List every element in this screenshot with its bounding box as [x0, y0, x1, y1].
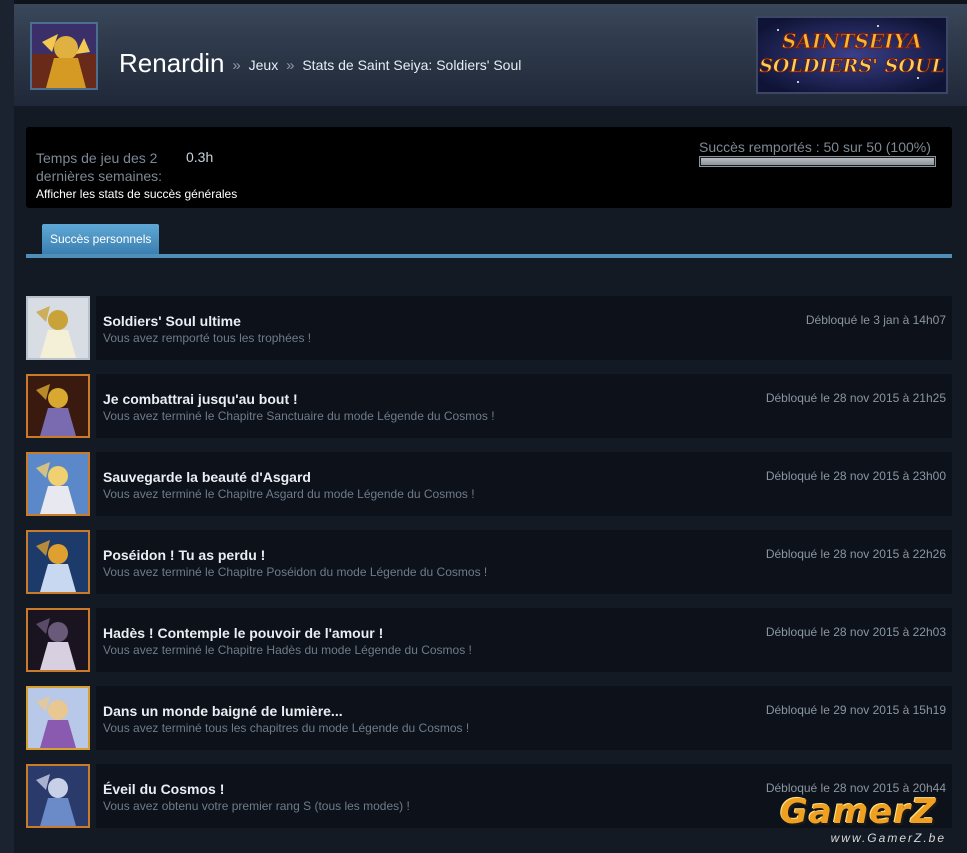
achievement-body: Sauvegarde la beauté d'Asgard Vous avez t… — [96, 452, 952, 516]
achievement-row: Je combattrai jusqu'au bout ! Vous avez t… — [26, 374, 952, 438]
achievement-title: Je combattrai jusqu'au bout ! — [103, 391, 298, 407]
page-header: Renardin » Jeux » Stats de Saint Seiya: … — [14, 0, 967, 106]
achievement-icon — [26, 608, 90, 672]
breadcrumb-user-link[interactable]: Renardin — [119, 48, 225, 78]
achievement-row: Sauvegarde la beauté d'Asgard Vous avez t… — [26, 452, 952, 516]
achievement-icon — [26, 686, 90, 750]
achievement-title: Soldiers' Soul ultime — [103, 313, 241, 329]
watermark-url: www.GamerZ.be — [830, 831, 946, 845]
achievement-body: Poséidon ! Tu as perdu ! Vous avez termin… — [96, 530, 952, 594]
watermark: GamerZ www.GamerZ.be — [780, 793, 950, 849]
achievement-progress-text: Succès remportés : 50 sur 50 (100%) — [699, 139, 931, 155]
svg-text:SAINTSEIYA: SAINTSEIYA — [782, 29, 922, 53]
tab-personal-achievements[interactable]: Succès personnels — [42, 224, 160, 254]
playtime-label: Temps de jeu des 2 dernières semaines: — [36, 150, 163, 184]
achievement-title: Éveil du Cosmos ! — [103, 781, 225, 797]
achievement-icon — [26, 452, 90, 516]
achievement-body: Hadès ! Contemple le pouvoir de l'amour … — [96, 608, 952, 672]
achievement-unlock-date: Débloqué le 3 jan à 14h07 — [805, 313, 946, 327]
watermark-brand: GamerZ — [780, 792, 937, 832]
achievement-body: Soldiers' Soul ultime Vous avez remporté … — [96, 296, 952, 360]
achievement-description: Vous avez obtenu votre premier rang S (t… — [103, 799, 410, 813]
achievement-icon — [26, 764, 90, 828]
achievement-row: Hadès ! Contemple le pouvoir de l'amour … — [26, 608, 952, 672]
breadcrumb-separator: » — [286, 57, 295, 74]
achievement-description: Vous avez terminé le Chapitre Asgard du … — [103, 487, 475, 501]
achievement-description: Vous avez terminé le Chapitre Hadès du m… — [103, 643, 472, 657]
achievement-progress-fill — [701, 158, 934, 165]
breadcrumb: Renardin » Jeux » Stats de Saint Seiya: … — [119, 48, 521, 79]
achievement-row: Poséidon ! Tu as perdu ! Vous avez termin… — [26, 530, 952, 594]
achievement-title: Poséidon ! Tu as perdu ! — [103, 547, 266, 563]
achievement-unlock-date: Débloqué le 28 nov 2015 à 21h25 — [765, 391, 946, 405]
breadcrumb-games-link[interactable]: Jeux — [249, 57, 279, 73]
achievement-title: Dans un monde baigné de lumière... — [103, 703, 343, 719]
general-stats-link[interactable]: Afficher les stats de succès générales — [36, 187, 237, 201]
stats-summary-box: Temps de jeu des 2 dernières semaines: 0… — [26, 127, 952, 208]
achievement-body: Dans un monde baigné de lumière... Vous a… — [96, 686, 952, 750]
achievement-unlock-date: Débloqué le 28 nov 2015 à 22h03 — [765, 625, 946, 639]
achievement-title: Hadès ! Contemple le pouvoir de l'amour … — [103, 625, 384, 641]
achievement-icon — [26, 530, 90, 594]
achievement-unlock-date: Débloqué le 29 nov 2015 à 15h19 — [765, 703, 946, 717]
achievement-description: Vous avez terminé le Chapitre Poséidon d… — [103, 565, 488, 579]
achievement-list: Soldiers' Soul ultime Vous avez remporté … — [26, 296, 952, 842]
playtime-value: 0.3h — [186, 149, 214, 165]
achievement-unlock-date: Débloqué le 28 nov 2015 à 22h26 — [765, 547, 946, 561]
achievement-row: Dans un monde baigné de lumière... Vous a… — [26, 686, 952, 750]
user-avatar[interactable] — [30, 22, 98, 90]
achievement-title: Sauvegarde la beauté d'Asgard — [103, 469, 311, 485]
achievement-unlock-date: Débloqué le 28 nov 2015 à 23h00 — [765, 469, 946, 483]
achievement-icon — [26, 296, 90, 360]
achievement-description: Vous avez terminé tous les chapitres du … — [103, 721, 470, 735]
achievement-description: Vous avez remporté tous les trophées ! — [103, 331, 312, 345]
breadcrumb-separator: » — [232, 57, 241, 74]
achievement-body: Je combattrai jusqu'au bout ! Vous avez t… — [96, 374, 952, 438]
game-logo[interactable]: SAINTSEIYA SOLDIERS' SOUL — [756, 16, 948, 94]
breadcrumb-current-page: Stats de Saint Seiya: Soldiers' Soul — [302, 57, 522, 73]
achievement-progress-bar — [699, 156, 936, 167]
achievement-icon — [26, 374, 90, 438]
achievement-description: Vous avez terminé le Chapitre Sanctuaire… — [103, 409, 495, 423]
achievement-row: Soldiers' Soul ultime Vous avez remporté … — [26, 296, 952, 360]
tab-underline — [26, 254, 952, 258]
svg-text:SOLDIERS' SOUL: SOLDIERS' SOUL — [759, 55, 945, 77]
main-content: Temps de jeu des 2 dernières semaines: 0… — [14, 106, 967, 853]
